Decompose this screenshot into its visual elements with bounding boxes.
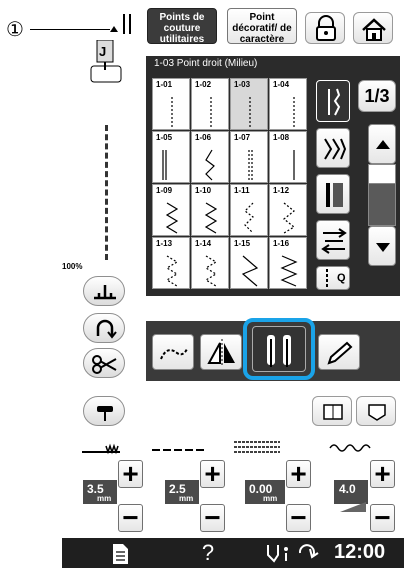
stitch-cell-1-04[interactable]: 1-04 xyxy=(269,78,307,130)
stitch-display-toggle-button[interactable] xyxy=(316,80,350,122)
quilting-stitch-button[interactable]: Q xyxy=(316,266,350,290)
stitch-pattern-icon xyxy=(280,255,298,287)
presser-foot-lift-button[interactable] xyxy=(83,276,125,306)
reverse-stitch-button[interactable] xyxy=(83,313,125,343)
stitch-pattern-icon xyxy=(244,202,254,234)
twin-needle-thread-button[interactable] xyxy=(152,334,194,370)
width-decrease-button[interactable]: − xyxy=(118,504,143,532)
mirror-image-button[interactable] xyxy=(200,334,242,370)
offset-decrease-button[interactable]: − xyxy=(286,504,311,532)
clock: 12:00 xyxy=(334,541,386,563)
stitch-pattern-icon xyxy=(241,255,259,287)
twin-needle-button[interactable] xyxy=(252,326,306,372)
presser-foot-icon: J xyxy=(87,39,127,88)
document-icon[interactable] xyxy=(108,542,132,566)
thread-cutter-button[interactable] xyxy=(83,348,125,378)
stitch-pattern-icon xyxy=(165,255,179,287)
offset-value-display: 0.00 mm xyxy=(245,480,285,504)
scroll-up-button[interactable] xyxy=(368,124,396,164)
stitch-cell-1-16[interactable]: 1-16 xyxy=(269,237,307,289)
tension-increase-button[interactable]: + xyxy=(370,460,395,488)
stitch-cell-1-13[interactable]: 1-13 xyxy=(152,237,190,289)
stitch-cell-1-05[interactable]: 1-05 xyxy=(152,131,190,183)
length-increase-button[interactable]: + xyxy=(200,460,225,488)
pocket-button[interactable] xyxy=(356,396,396,426)
memory-button[interactable] xyxy=(312,396,352,426)
length-decrease-button[interactable]: − xyxy=(200,504,225,532)
stitch-cell-1-08[interactable]: 1-08 xyxy=(269,131,307,183)
width-increase-button[interactable]: + xyxy=(118,460,143,488)
stitch-pattern-icon xyxy=(171,97,173,127)
stitch-pattern-icon xyxy=(249,97,251,127)
needle-mode-icon xyxy=(106,14,136,36)
page-indicator: 1/3 xyxy=(358,80,396,112)
edit-button[interactable] xyxy=(318,334,360,370)
stitch-pattern-icon xyxy=(204,255,218,287)
stitch-panel-header: 1-03 Point droit (Milieu) xyxy=(154,58,258,69)
svg-text:J: J xyxy=(99,44,106,59)
stitch-cell-1-11[interactable]: 1-11 xyxy=(230,184,268,236)
stitch-cell-1-09[interactable]: 1-09 xyxy=(152,184,190,236)
help-button[interactable]: ? xyxy=(196,538,220,568)
tension-decrease-button[interactable]: − xyxy=(370,504,395,532)
scrollbar-thumb[interactable] xyxy=(368,164,396,184)
length-value-display: 2.5 mm xyxy=(165,480,199,504)
needle-position-button[interactable] xyxy=(83,396,125,426)
stitch-cell-1-12[interactable]: 1-12 xyxy=(269,184,307,236)
offset-unit: mm xyxy=(263,494,278,503)
stitch-pattern-icon xyxy=(293,97,295,127)
width-value-display: 3.5 mm xyxy=(83,480,117,504)
stitch-pattern-icon xyxy=(204,202,218,234)
zigzag-width-icon xyxy=(80,440,128,458)
stitch-pattern-icon xyxy=(283,202,296,234)
lock-button[interactable] xyxy=(305,12,345,44)
stitch-cell-1-03[interactable]: 1-03 xyxy=(230,78,268,130)
stitch-preview xyxy=(105,125,108,260)
stitch-cell-1-15[interactable]: 1-15 xyxy=(230,237,268,289)
stitch-cell-1-07[interactable]: 1-07 xyxy=(230,131,268,183)
tension-icon xyxy=(326,440,376,456)
speed-label: 100% xyxy=(62,262,83,271)
tab-utility-stitches[interactable]: Points de couture utilitaires xyxy=(147,8,217,45)
mirror-stitch-button[interactable] xyxy=(316,128,350,168)
callout-line xyxy=(30,29,110,30)
tension-level-icon xyxy=(338,500,368,512)
tab-decorative-stitches[interactable]: Point décoratif/ de caractère xyxy=(227,8,297,45)
stitch-cell-1-06[interactable]: 1-06 xyxy=(191,131,229,183)
stitch-pattern-icon xyxy=(293,150,295,180)
stitch-cell-1-14[interactable]: 1-14 xyxy=(191,237,229,289)
stitch-cell-1-02[interactable]: 1-02 xyxy=(191,78,229,130)
stitch-grid: 1-01 1-02 1-03 1-04 1-05 1-06 1-07 1-08 1-09 1-10… xyxy=(152,78,308,290)
tension-value: 4.0 xyxy=(339,482,356,496)
stitch-pattern-icon xyxy=(210,97,212,127)
length-unit: mm xyxy=(179,494,194,503)
quilting-label: Q xyxy=(337,272,346,284)
stitch-cell-1-01[interactable]: 1-01 xyxy=(152,78,190,130)
stitch-cell-1-10[interactable]: 1-10 xyxy=(191,184,229,236)
needle-mode-button[interactable] xyxy=(316,174,350,214)
stitch-pattern-icon xyxy=(248,150,253,180)
callout-number: ① xyxy=(6,19,24,41)
scroll-down-button[interactable] xyxy=(368,226,396,266)
reverse-direction-button[interactable] xyxy=(316,220,350,260)
bobbin-info-icon[interactable] xyxy=(264,541,328,565)
stitch-pattern-icon xyxy=(165,202,179,234)
stitch-pattern-icon xyxy=(162,150,167,180)
offset-increase-button[interactable]: + xyxy=(286,460,311,488)
width-unit: mm xyxy=(97,494,112,503)
home-button[interactable] xyxy=(353,12,393,44)
stitch-length-icon xyxy=(150,440,206,458)
offset-icon xyxy=(232,436,282,456)
stitch-pattern-icon xyxy=(205,149,215,181)
